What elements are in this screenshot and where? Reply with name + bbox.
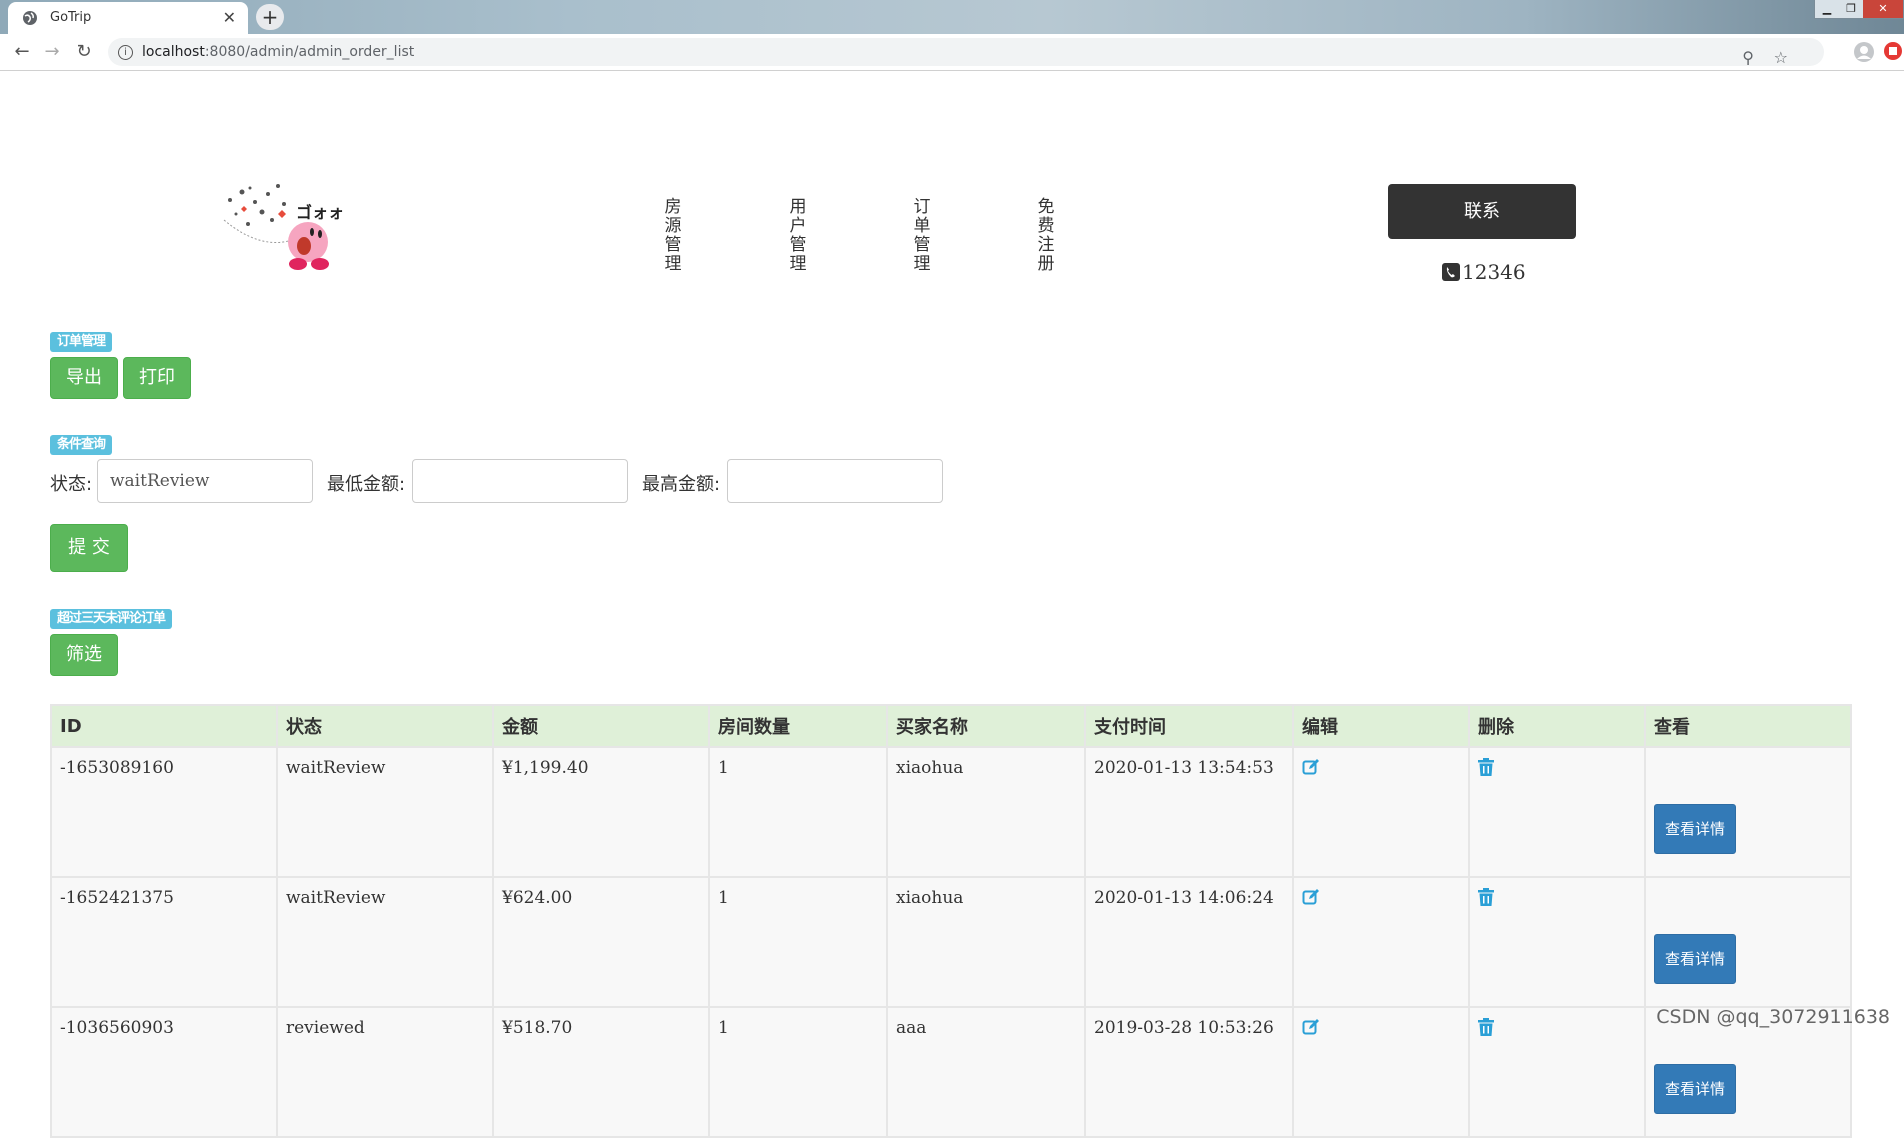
logo-kirby: ゴォォ bbox=[223, 184, 344, 270]
max-amount-input[interactable] bbox=[727, 459, 943, 503]
query-badge: 条件查询 bbox=[50, 435, 113, 455]
reload-icon[interactable]: ↻ bbox=[74, 42, 94, 62]
cell-amount: ¥624.00 bbox=[492, 876, 710, 1008]
filter-button[interactable]: 筛选 bbox=[50, 634, 118, 676]
watermark: CSDN @qq_3072911638 bbox=[1656, 1006, 1890, 1028]
phone-text: 12346 bbox=[1462, 260, 1526, 284]
edit-icon[interactable] bbox=[1302, 758, 1320, 776]
edit-icon[interactable] bbox=[1302, 1018, 1320, 1036]
table-row: -1652421375 waitReview ¥624.00 1 xiaohua… bbox=[50, 876, 1852, 1008]
minimize-icon[interactable]: ▁ bbox=[1815, 0, 1839, 18]
view-detail-button[interactable]: 查看详情 bbox=[1654, 1064, 1736, 1114]
col-pay-time: 支付时间 bbox=[1084, 704, 1294, 748]
col-edit: 编辑 bbox=[1292, 704, 1470, 748]
nav-house-management[interactable]: 房源管理 bbox=[663, 198, 683, 274]
filter-badge: 超过三天未评论订单 bbox=[50, 609, 173, 629]
cell-id: -1653089160 bbox=[50, 746, 278, 878]
cell-edit bbox=[1292, 876, 1470, 1008]
nav-order-management[interactable]: 订单管理 bbox=[912, 198, 932, 274]
col-view: 查看 bbox=[1644, 704, 1852, 748]
col-status: 状态 bbox=[276, 704, 494, 748]
view-detail-button[interactable]: 查看详情 bbox=[1654, 934, 1736, 984]
cell-rooms: 1 bbox=[708, 1006, 888, 1138]
profile-avatar-icon[interactable] bbox=[1854, 42, 1874, 66]
cell-delete bbox=[1468, 746, 1646, 878]
globe-icon bbox=[23, 11, 37, 25]
window-controls: ▁ ❐ ✕ bbox=[1814, 0, 1904, 19]
cell-status: waitReview bbox=[276, 746, 494, 878]
nav-user-management[interactable]: 用户管理 bbox=[788, 198, 808, 274]
cell-delete bbox=[1468, 876, 1646, 1008]
window-close-icon[interactable]: ✕ bbox=[1863, 0, 1903, 18]
browser-tab-strip: GoTrip ✕ + ▁ ❐ ✕ bbox=[0, 0, 1904, 34]
status-input[interactable] bbox=[97, 459, 313, 503]
col-id: ID bbox=[50, 704, 278, 748]
col-room-count: 房间数量 bbox=[708, 704, 888, 748]
cell-amount: ¥518.70 bbox=[492, 1006, 710, 1138]
trash-icon[interactable] bbox=[1478, 758, 1494, 776]
address-url: localhost:8080/admin/admin_order_list bbox=[142, 44, 415, 60]
contact-button[interactable]: 联系 bbox=[1388, 184, 1576, 239]
table-row: -1036560903 reviewed ¥518.70 1 aaa 2019-… bbox=[50, 1006, 1852, 1138]
cell-rooms: 1 bbox=[708, 746, 888, 878]
cell-id: -1652421375 bbox=[50, 876, 278, 1008]
cell-view: 查看详情 bbox=[1644, 876, 1852, 1008]
col-delete: 删除 bbox=[1468, 704, 1646, 748]
submit-button[interactable]: 提 交 bbox=[50, 524, 128, 572]
table-row: -1653089160 waitReview ¥1,199.40 1 xiaoh… bbox=[50, 746, 1852, 878]
new-tab-button[interactable]: + bbox=[256, 4, 284, 30]
cell-rooms: 1 bbox=[708, 876, 888, 1008]
zoom-icon[interactable]: ⚲ bbox=[1742, 44, 1754, 72]
table-header-row: ID 状态 金额 房间数量 买家名称 支付时间 编辑 删除 查看 bbox=[50, 704, 1852, 748]
cell-edit bbox=[1292, 1006, 1470, 1138]
back-arrow-icon[interactable]: ← bbox=[12, 42, 32, 62]
status-label: 状态: bbox=[50, 474, 93, 495]
view-detail-button[interactable]: 查看详情 bbox=[1654, 804, 1736, 854]
trash-icon[interactable] bbox=[1478, 888, 1494, 906]
export-button[interactable]: 导出 bbox=[50, 357, 118, 399]
bookmark-star-icon[interactable]: ☆ bbox=[1774, 44, 1788, 72]
info-icon[interactable]: i bbox=[118, 45, 133, 60]
order-mgmt-badge: 订单管理 bbox=[50, 332, 113, 352]
cell-view: 查看详情 bbox=[1644, 746, 1852, 878]
min-amount-label: 最低金额: bbox=[327, 474, 406, 495]
address-bar[interactable]: i localhost:8080/admin/admin_order_list … bbox=[108, 38, 1824, 67]
cell-buyer: xiaohua bbox=[886, 746, 1086, 878]
tab-close-icon[interactable]: ✕ bbox=[223, 8, 236, 27]
cell-amount: ¥1,199.40 bbox=[492, 746, 710, 878]
cell-delete bbox=[1468, 1006, 1646, 1138]
restore-icon[interactable]: ❐ bbox=[1839, 0, 1863, 18]
cell-buyer: aaa bbox=[886, 1006, 1086, 1138]
cell-status: waitReview bbox=[276, 876, 494, 1008]
nav-free-register[interactable]: 免费注册 bbox=[1036, 198, 1056, 274]
svg-text:ゴォォ: ゴォォ bbox=[296, 203, 344, 222]
phone-icon bbox=[1442, 263, 1460, 281]
browser-tab[interactable]: GoTrip ✕ bbox=[8, 2, 248, 34]
orders-table: ID 状态 金额 房间数量 买家名称 支付时间 编辑 删除 查看 -165308… bbox=[50, 704, 1852, 1138]
browser-toolbar: ← → ↻ i localhost:8080/admin/admin_order… bbox=[0, 34, 1904, 71]
cell-id: -1036560903 bbox=[50, 1006, 278, 1138]
phone-number: 12346 bbox=[1442, 260, 1526, 284]
cell-time: 2020-01-13 14:06:24 bbox=[1084, 876, 1294, 1008]
col-buyer: 买家名称 bbox=[886, 704, 1086, 748]
forward-arrow-icon[interactable]: → bbox=[42, 42, 62, 62]
min-amount-input[interactable] bbox=[412, 459, 628, 503]
cell-time: 2019-03-28 10:53:26 bbox=[1084, 1006, 1294, 1138]
cell-time: 2020-01-13 13:54:53 bbox=[1084, 746, 1294, 878]
trash-icon[interactable] bbox=[1478, 1018, 1494, 1036]
cell-edit bbox=[1292, 746, 1470, 878]
extension-icon[interactable] bbox=[1884, 42, 1902, 64]
col-amount: 金额 bbox=[492, 704, 710, 748]
print-button[interactable]: 打印 bbox=[123, 357, 191, 399]
cell-status: reviewed bbox=[276, 1006, 494, 1138]
max-amount-label: 最高金额: bbox=[642, 474, 721, 495]
edit-icon[interactable] bbox=[1302, 888, 1320, 906]
cell-buyer: xiaohua bbox=[886, 876, 1086, 1008]
tab-title: GoTrip bbox=[50, 10, 92, 25]
